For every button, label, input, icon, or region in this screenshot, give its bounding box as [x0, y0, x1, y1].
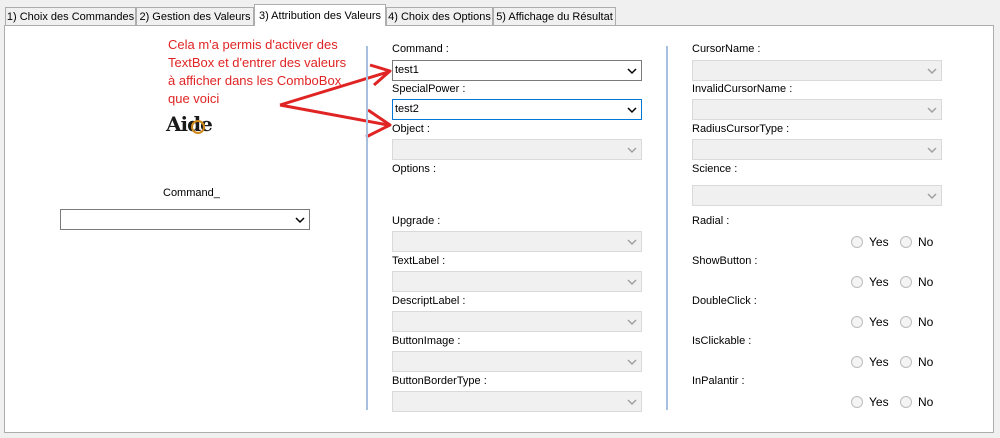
button-image-label: ButtonImage :	[392, 335, 461, 347]
tab-gestion-valeurs[interactable]: 2) Gestion des Valeurs	[136, 7, 254, 25]
chevron-down-icon	[627, 237, 637, 247]
in-palantir-no-label: No	[918, 395, 934, 409]
is-clickable-no-radio[interactable]	[900, 356, 912, 368]
aide-logo-text: Aide	[166, 112, 213, 136]
show-button-label: ShowButton :	[692, 255, 758, 267]
special-power-value: test2	[395, 103, 419, 115]
is-clickable-yes-label: Yes	[869, 355, 889, 369]
double-click-no-radio[interactable]	[900, 316, 912, 328]
double-click-label: DoubleClick :	[692, 295, 757, 307]
double-click-yes-radio[interactable]	[851, 316, 863, 328]
divider-left	[366, 46, 368, 410]
chevron-down-icon	[627, 66, 637, 76]
options-label: Options :	[392, 163, 437, 175]
radial-no-radio[interactable]	[900, 236, 912, 248]
chevron-down-icon	[627, 357, 637, 367]
science-label: Science :	[692, 163, 738, 175]
radius-cursor-type-combobox[interactable]	[692, 139, 942, 160]
cursor-name-label: CursorName :	[692, 43, 761, 55]
button-border-type-label: ButtonBorderType :	[392, 375, 487, 387]
descript-label-combobox[interactable]	[392, 311, 642, 332]
radius-cursor-type-label: RadiusCursorType :	[692, 123, 790, 135]
divider-right	[666, 46, 668, 410]
in-palantir-yes-radio[interactable]	[851, 396, 863, 408]
command-underscore-label: Command_	[163, 187, 220, 199]
special-power-combobox[interactable]: test2	[392, 99, 642, 120]
chevron-down-icon	[627, 317, 637, 327]
chevron-down-icon	[927, 105, 937, 115]
command-underscore-combobox[interactable]	[60, 209, 310, 230]
object-label: Object :	[392, 123, 430, 135]
annotation-arrows-icon	[279, 63, 392, 139]
is-clickable-no-label: No	[918, 355, 934, 369]
chevron-down-icon	[627, 145, 637, 155]
invalid-cursor-name-label: InvalidCursorName :	[692, 83, 793, 95]
radial-yes-radio[interactable]	[851, 236, 863, 248]
upgrade-combobox[interactable]	[392, 231, 642, 252]
chevron-down-icon	[927, 145, 937, 155]
show-button-no-label: No	[918, 275, 934, 289]
text-label-label: TextLabel :	[392, 255, 446, 267]
tab-affichage-resultat[interactable]: 5) Affichage du Résultat	[493, 7, 616, 25]
tab-attribution-valeurs[interactable]: 3) Attribution des Valeurs	[254, 4, 386, 26]
invalid-cursor-name-combobox[interactable]	[692, 99, 942, 120]
chevron-down-icon	[627, 277, 637, 287]
logo-ring-icon	[191, 120, 205, 134]
button-image-combobox[interactable]	[392, 351, 642, 372]
is-clickable-yes-radio[interactable]	[851, 356, 863, 368]
object-combobox[interactable]	[392, 139, 642, 160]
in-palantir-no-radio[interactable]	[900, 396, 912, 408]
chevron-down-icon	[927, 191, 937, 201]
aide-logo[interactable]: Aide	[166, 112, 213, 136]
radial-no-label: No	[918, 235, 934, 249]
double-click-no-label: No	[918, 315, 934, 329]
special-power-label: SpecialPower :	[392, 83, 466, 95]
radial-yes-label: Yes	[869, 235, 889, 249]
command-label: Command :	[392, 43, 449, 55]
double-click-yes-label: Yes	[869, 315, 889, 329]
chevron-down-icon	[295, 215, 305, 225]
chevron-down-icon	[627, 105, 637, 115]
command-value: test1	[395, 64, 419, 76]
chevron-down-icon	[627, 397, 637, 407]
text-label-combobox[interactable]	[392, 271, 642, 292]
tab-choix-commandes[interactable]: 1) Choix des Commandes	[5, 7, 136, 25]
annotation-line: Cela m'a permis d'activer des	[168, 37, 338, 52]
chevron-down-icon	[927, 66, 937, 76]
tab-choix-options[interactable]: 4) Choix des Options	[386, 7, 493, 25]
radial-label: Radial :	[692, 215, 730, 227]
is-clickable-label: IsClickable :	[692, 335, 752, 347]
button-border-type-combobox[interactable]	[392, 391, 642, 412]
in-palantir-yes-label: Yes	[869, 395, 889, 409]
cursor-name-combobox[interactable]	[692, 60, 942, 81]
science-combobox[interactable]	[692, 185, 942, 206]
upgrade-label: Upgrade :	[392, 215, 441, 227]
in-palantir-label: InPalantir :	[692, 375, 745, 387]
command-combobox[interactable]: test1	[392, 60, 642, 81]
descript-label-label: DescriptLabel :	[392, 295, 466, 307]
show-button-yes-radio[interactable]	[851, 276, 863, 288]
show-button-yes-label: Yes	[869, 275, 889, 289]
show-button-no-radio[interactable]	[900, 276, 912, 288]
